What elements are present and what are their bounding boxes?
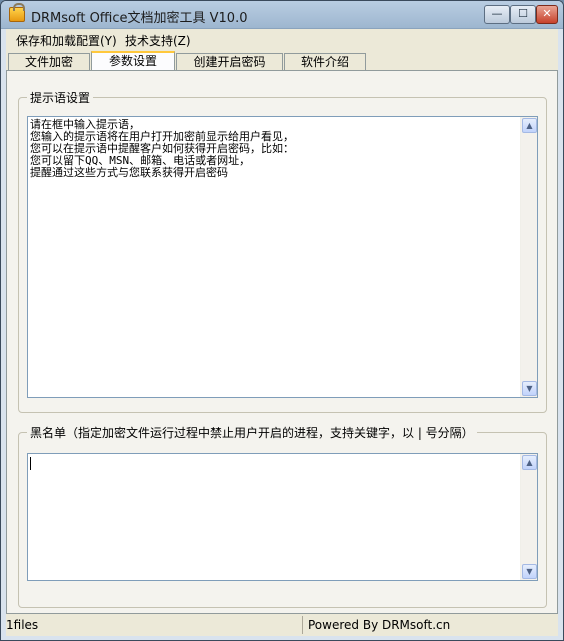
text-caret xyxy=(30,457,31,470)
status-bar: 1files Powered By DRMsoft.cn xyxy=(6,614,558,636)
blacklist-group: 黑名单（指定加密文件运行过程中禁止用户开启的进程，支持关键字，以 | 号分隔） … xyxy=(18,424,547,608)
minimize-button[interactable]: — xyxy=(484,5,510,24)
hint-scrollbar[interactable]: ▲ ▼ xyxy=(520,117,537,397)
status-divider xyxy=(302,616,303,634)
menu-tech-support[interactable]: 技术支持(Z) xyxy=(125,32,191,49)
window-title: DRMsoft Office文档加密工具 V10.0 xyxy=(31,11,248,26)
tab-create-open-password[interactable]: 创建开启密码 xyxy=(176,53,283,71)
title-bar[interactable]: DRMsoft Office文档加密工具 V10.0 — ☐ ✕ xyxy=(1,1,563,29)
tab-software-intro[interactable]: 软件介绍 xyxy=(284,53,366,71)
scroll-up-icon[interactable]: ▲ xyxy=(522,118,537,133)
close-button[interactable]: ✕ xyxy=(536,5,558,24)
status-powered-by: Powered By DRMsoft.cn xyxy=(308,618,451,632)
hint-text-area[interactable]: 请在框中输入提示语， 您输入的提示语将在用户打开加密前显示给用户看见， 您可以在… xyxy=(27,116,538,398)
scroll-down-icon[interactable]: ▼ xyxy=(522,564,537,579)
maximize-button[interactable]: ☐ xyxy=(510,5,536,24)
hint-group-legend: 提示语设置 xyxy=(27,89,94,106)
tab-strip: 文件加密 参数设置 创建开启密码 软件介绍 xyxy=(6,51,558,72)
tab-file-encrypt[interactable]: 文件加密 xyxy=(8,53,90,71)
status-file-count: 1files xyxy=(6,618,39,632)
client-area: 保存和加载配置(Y) 技术支持(Z) 文件加密 参数设置 创建开启密码 软件介绍… xyxy=(6,29,558,636)
blacklist-group-legend: 黑名单（指定加密文件运行过程中禁止用户开启的进程，支持关键字，以 | 号分隔） xyxy=(27,424,477,441)
scroll-down-icon[interactable]: ▼ xyxy=(522,381,537,396)
menu-save-load-config[interactable]: 保存和加载配置(Y) xyxy=(16,32,117,49)
blacklist-text-area[interactable]: ▲ ▼ xyxy=(27,453,538,581)
menu-bar: 保存和加载配置(Y) 技术支持(Z) xyxy=(6,29,558,51)
lock-icon xyxy=(9,3,25,22)
hint-group: 提示语设置 请在框中输入提示语， 您输入的提示语将在用户打开加密前显示给用户看见… xyxy=(18,89,547,413)
blacklist-scrollbar[interactable]: ▲ ▼ xyxy=(520,454,537,580)
app-window: DRMsoft Office文档加密工具 V10.0 — ☐ ✕ 保存和加载配置… xyxy=(0,0,564,641)
hint-text: 请在框中输入提示语， 您输入的提示语将在用户打开加密前显示给用户看见， 您可以在… xyxy=(30,118,294,179)
tab-panel-parameters: 提示语设置 请在框中输入提示语， 您输入的提示语将在用户打开加密前显示给用户看见… xyxy=(6,70,558,614)
tab-parameters[interactable]: 参数设置 xyxy=(91,51,175,72)
scroll-up-icon[interactable]: ▲ xyxy=(522,455,537,470)
